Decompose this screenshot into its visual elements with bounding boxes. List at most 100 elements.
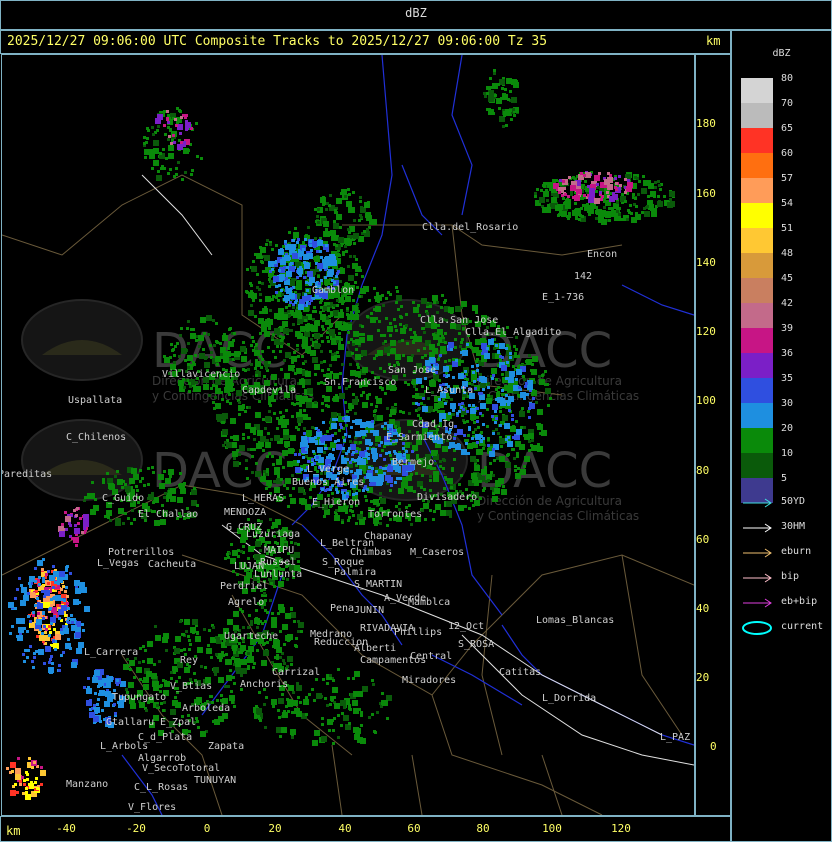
legend-value: 48: [781, 248, 794, 259]
y-tick-label: 40: [696, 602, 710, 615]
current-storm-icon: [742, 621, 772, 635]
place-label: Pena: [330, 603, 354, 614]
place-label: Palmira: [334, 567, 376, 578]
place-label: JUNIN: [354, 605, 384, 616]
track-arrow-icon: [743, 548, 772, 558]
place-label: C_L_Rosas: [134, 782, 188, 793]
place-label: L_Dorrida: [542, 693, 596, 704]
place-label: Cacheuta: [148, 559, 196, 570]
legend-value: 36: [781, 348, 794, 359]
place-label: Perdriel: [220, 581, 268, 592]
track-label: current: [781, 621, 824, 632]
place-label: L_Asunta: [425, 385, 473, 396]
place-label: Gtallaru: [106, 717, 154, 728]
y-tick-label: 60: [696, 533, 710, 546]
y-axis-panel: [695, 54, 731, 816]
place-label: El Challao: [138, 509, 198, 520]
place-label: E_Zpal: [160, 717, 196, 728]
place-label: S_ROSA: [458, 639, 494, 650]
place-label: C_Guido: [102, 493, 144, 504]
radar-map[interactable]: DACC DACC DACC DACC Dirección de Agricul…: [0, 54, 695, 816]
place-label: Lomas_Blancas: [536, 615, 614, 626]
legend-swatch: [741, 353, 773, 378]
place-label: E_Hieron: [312, 497, 360, 508]
legend-swatch: [741, 278, 773, 303]
legend-swatch: [741, 228, 773, 253]
place-label: L_Vegas: [97, 558, 139, 569]
x-tick-label: 40: [338, 822, 352, 835]
place-label: L_Verge: [307, 464, 349, 475]
axis-unit-label-bottom: km: [6, 824, 21, 838]
header-title: dBZ: [405, 6, 427, 20]
place-label: Ugarteche: [224, 631, 278, 642]
place-label: Clla.El_Algadito: [465, 327, 561, 338]
x-tick-label: -20: [126, 822, 146, 835]
place-label: S_MARTIN: [354, 579, 402, 590]
radar-display: dBZ 2025/12/27 09:06:00 UTC Composite Tr…: [0, 0, 832, 842]
legend-value: 60: [781, 148, 794, 159]
legend-swatch: [741, 378, 773, 403]
watermark-line1: Dirección de Agricultura: [477, 494, 622, 508]
x-tick-label: 0: [203, 822, 211, 835]
legend-value: 45: [781, 273, 794, 284]
place-label: San Jose: [388, 365, 436, 376]
legend-title: dBZ: [772, 48, 791, 59]
x-tick-label: 60: [407, 822, 421, 835]
place-label: V_Flores: [128, 802, 176, 813]
place-label: MENDOZA: [224, 507, 266, 518]
y-tick-label: 0: [710, 740, 717, 753]
place-label: Arboleda: [182, 703, 230, 714]
place-label: Totoral: [178, 763, 220, 774]
x-tick-label: 120: [611, 822, 631, 835]
x-tick-label: 20: [268, 822, 282, 835]
track-label: eb+bip: [781, 596, 818, 607]
place-label: Clla.del_Rosario: [422, 222, 518, 233]
legend-swatch: [741, 453, 773, 478]
track-label: 50YD: [781, 496, 806, 507]
legend-value: 51: [781, 223, 794, 234]
place-label: Agrelo: [228, 597, 264, 608]
place-label: Gamblon: [312, 285, 354, 296]
place-label: V_Btias: [170, 681, 212, 692]
place-label: Miradores: [402, 675, 456, 686]
place-label: Clla.San Jose: [420, 315, 498, 326]
y-tick-label: 180: [696, 117, 716, 130]
legend-swatch: [741, 128, 773, 153]
place-label: L_Arbols: [100, 741, 148, 752]
legend-swatch: [741, 203, 773, 228]
place-label: Divisadero: [417, 492, 477, 503]
y-tick-label: 20: [696, 671, 710, 684]
legend-value: 35: [781, 373, 794, 384]
legend-value: 42: [781, 298, 794, 309]
legend-swatch: [741, 153, 773, 178]
track-label: bip: [781, 571, 800, 582]
place-label: E_Sarmiento: [386, 432, 452, 443]
place-label: Zapata: [208, 741, 244, 752]
legend-value: 70: [781, 98, 794, 109]
place-label: Lunlunta: [254, 569, 302, 580]
y-tick-label: 160: [696, 187, 716, 200]
place-label: E_1-736: [542, 292, 584, 303]
place-label: Rey: [180, 655, 198, 666]
place-label: Central: [410, 651, 452, 662]
place-label: Cdad.Ig: [412, 419, 454, 430]
x-tick-label: 80: [476, 822, 490, 835]
legend-swatch: [741, 328, 773, 353]
place-label: Luzuriaga: [246, 529, 300, 540]
legend-value: 5: [781, 473, 788, 484]
track-label: eburn: [781, 546, 812, 557]
y-tick-label: 140: [696, 256, 716, 269]
place-label: Carrizal: [272, 667, 320, 678]
place-label: Encon: [587, 249, 617, 260]
radar-map-canvas: DACC DACC DACC DACC Dirección de Agricul…: [0, 54, 695, 816]
place-label: Torrontes: [368, 509, 422, 520]
legend-swatch: [741, 103, 773, 128]
y-tick-label: 80: [696, 464, 710, 477]
place-label: M_Caseros: [410, 547, 464, 558]
place-label: 12_Oct: [448, 621, 484, 632]
axis-unit-label-top: km: [706, 34, 721, 48]
track-arrow-icon: [743, 523, 772, 533]
place-label: Potrerillos: [108, 547, 174, 558]
place-label: Pareditas: [2, 469, 52, 480]
place-label: Phillips: [394, 627, 442, 638]
